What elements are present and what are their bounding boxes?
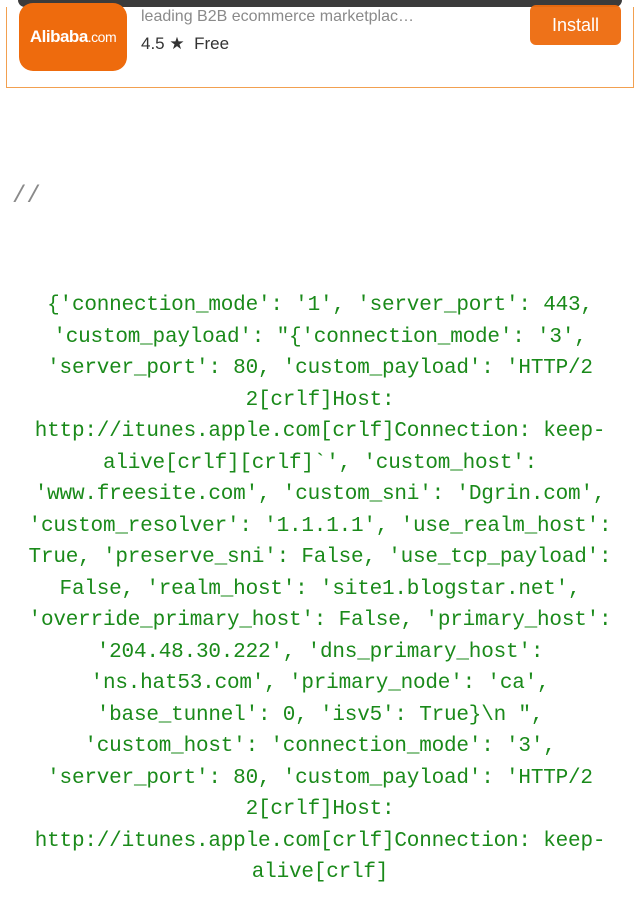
install-button[interactable]: Install <box>530 5 621 45</box>
price-label: Free <box>194 34 229 53</box>
rating-value: 4.5 <box>141 34 165 53</box>
brand-main: Alibaba <box>30 27 88 46</box>
comment-marker: // <box>12 179 628 215</box>
ad-banner: Alibaba.com leading B2B ecommerce market… <box>6 7 634 88</box>
brand-suffix: .com <box>88 29 116 45</box>
ad-description: leading B2B ecommerce marketplac… <box>141 7 516 28</box>
ad-content-row: Alibaba.com leading B2B ecommerce market… <box>7 7 633 79</box>
code-body: {'connection_mode': '1', 'server_port': … <box>12 290 628 889</box>
ad-text-block: leading B2B ecommerce marketplac… 4.5 ★ … <box>141 11 516 54</box>
app-icon[interactable]: Alibaba.com <box>19 3 127 71</box>
brand-text: Alibaba.com <box>30 27 116 47</box>
ad-meta: 4.5 ★ Free <box>141 34 516 54</box>
code-block: // {'connection_mode': '1', 'server_port… <box>0 88 640 920</box>
star-icon: ★ <box>169 34 184 53</box>
